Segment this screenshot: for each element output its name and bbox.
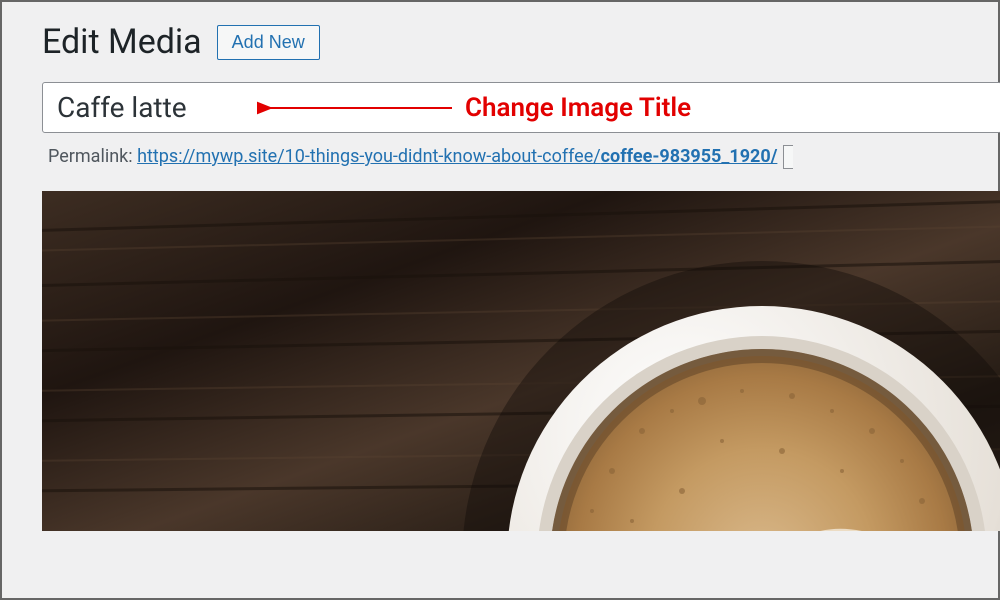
media-title-input[interactable]	[42, 82, 1000, 133]
edit-permalink-button[interactable]	[783, 145, 793, 169]
media-image-preview	[42, 191, 1000, 531]
header-row: Edit Media Add New	[42, 22, 998, 62]
page-title: Edit Media	[42, 22, 202, 62]
permalink-slug: coffee-983955_1920/	[601, 146, 778, 167]
title-input-wrap: Change Image Title	[42, 82, 998, 133]
permalink-prefix: https://mywp.site/10-things-you-didnt-kn…	[137, 146, 601, 167]
add-new-button[interactable]: Add New	[217, 25, 320, 60]
permalink-label: Permalink:	[48, 146, 137, 167]
permalink-link[interactable]: https://mywp.site/10-things-you-didnt-kn…	[137, 146, 777, 167]
permalink-row: Permalink: https://mywp.site/10-things-y…	[42, 145, 998, 169]
